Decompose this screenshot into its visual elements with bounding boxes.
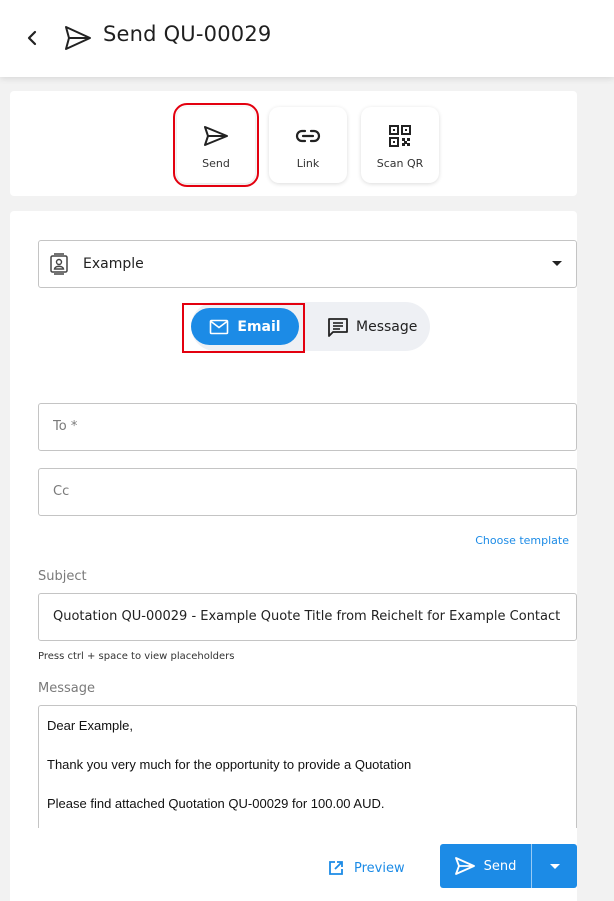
mail-icon (210, 319, 229, 334)
chat-message-icon (328, 317, 348, 337)
share-qr-label: Scan QR (376, 157, 424, 170)
email-toggle-label: Email (237, 318, 281, 335)
send-button[interactable]: Send (440, 844, 531, 888)
email-toggle-button[interactable]: Email (191, 308, 299, 345)
qr-code-icon (389, 125, 411, 147)
channel-toggle: Email Message (191, 302, 430, 351)
message-toggle-label: Message (356, 318, 418, 335)
subject-label: Subject (38, 569, 87, 584)
back-button[interactable] (18, 24, 46, 52)
page-title: Send QU-00029 (103, 22, 272, 46)
caret-down-icon (552, 261, 562, 266)
app-header: Send QU-00029 (0, 0, 614, 77)
message-toggle-button[interactable]: Message (327, 308, 417, 345)
to-input[interactable] (53, 404, 563, 450)
send-icon (204, 126, 228, 146)
subject-field[interactable]: Quotation QU-00029 - Example Quote Title… (38, 593, 577, 641)
share-link-button[interactable]: Link (269, 107, 347, 183)
link-icon (295, 129, 321, 143)
share-link-label: Link (296, 157, 320, 170)
share-options-card: Send Link Scan QR (10, 91, 577, 196)
preview-label: Preview (354, 860, 405, 876)
message-line: Please find attached Quotation QU-00029 … (47, 796, 385, 811)
contact-select-value: Example (83, 256, 144, 272)
send-form: Example Email Message Choose template (10, 211, 577, 901)
send-icon (65, 26, 91, 50)
choose-template-link[interactable]: Choose template (475, 534, 569, 547)
contact-select[interactable]: Example (38, 240, 577, 288)
cc-input[interactable] (53, 469, 563, 515)
share-send-label: Send (202, 157, 230, 170)
chevron-left-icon (27, 30, 37, 46)
caret-down-icon (549, 863, 560, 869)
message-line: Dear Example, (47, 718, 133, 733)
to-field[interactable] (38, 403, 577, 451)
send-options-button[interactable] (532, 844, 577, 888)
subject-input-value[interactable]: Quotation QU-00029 - Example Quote Title… (53, 594, 569, 640)
message-editor[interactable]: Dear Example, Thank you very much for th… (38, 705, 577, 828)
send-label: Send (483, 858, 517, 874)
message-line: Thank you very much for the opportunity … (47, 757, 412, 772)
share-qr-button[interactable]: Scan QR (361, 107, 439, 183)
open-in-new-icon (329, 861, 343, 875)
send-split-button: Send (440, 844, 577, 888)
contact-card-icon (50, 253, 68, 275)
placeholder-hint: Press ctrl + space to view placeholders (38, 651, 235, 662)
cc-field[interactable] (38, 468, 577, 516)
preview-button[interactable]: Preview (328, 856, 405, 880)
send-icon (454, 857, 475, 875)
share-send-button[interactable]: Send (173, 103, 259, 187)
message-label: Message (38, 681, 95, 696)
